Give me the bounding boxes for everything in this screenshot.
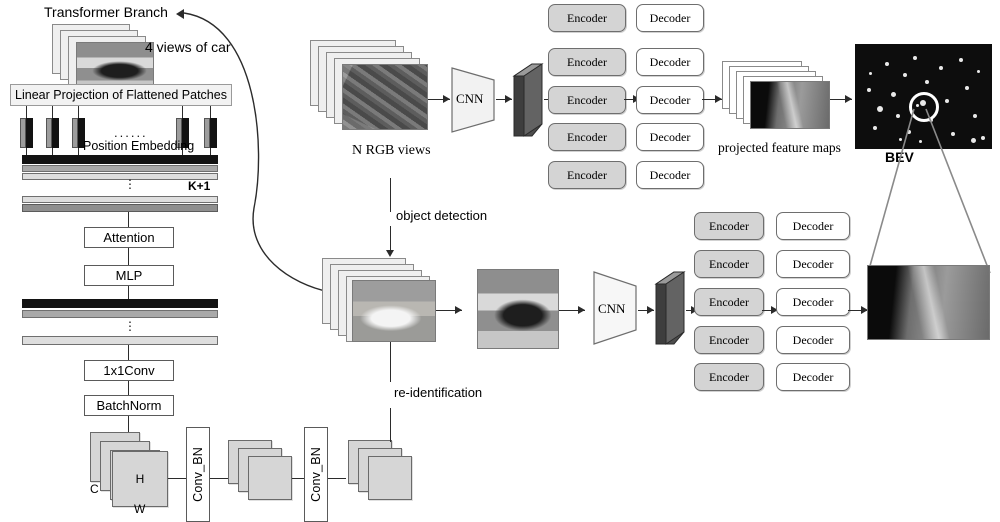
decoder-top-1[interactable]: Decoder <box>636 4 704 32</box>
cnn-label-bottom: CNN <box>598 301 626 316</box>
token-bar-5 <box>22 204 218 212</box>
conv-bn-box-2[interactable]: Conv_BN <box>304 427 328 522</box>
output-bar-3 <box>22 336 218 345</box>
token-bar-ellipsis: ⋮ <box>124 177 136 191</box>
re-identification-label: re-identification <box>394 385 483 400</box>
conv-bn-label-2: Conv_BN <box>309 447 323 502</box>
token-count-label: K+1 <box>188 179 211 193</box>
car-crop-image <box>352 280 436 342</box>
connector-output-to-conv <box>128 345 130 360</box>
token-bar-4 <box>22 196 218 203</box>
output-bar-1 <box>22 299 218 308</box>
feature-width-label: W <box>134 502 146 516</box>
car-views-label: 4 views of car <box>145 39 231 55</box>
decoder-top-5[interactable]: Decoder <box>636 161 704 189</box>
connector-conv-to-bn <box>128 381 130 395</box>
patch-ellipsis: ...... <box>114 125 148 140</box>
position-token-2 <box>46 118 59 148</box>
position-embedding-label: Position Embedding <box>83 139 195 153</box>
connector-attention-to-mlp <box>128 248 130 265</box>
arrowhead-crop-to-query <box>455 306 462 314</box>
conv-bn-box-1[interactable]: Conv_BN <box>186 427 210 522</box>
encoder-bottom-2[interactable]: Encoder <box>694 250 764 278</box>
encoder-top-1[interactable]: Encoder <box>548 4 626 32</box>
feature-cube-bottom <box>654 271 686 345</box>
projected-map-image <box>750 81 830 129</box>
connector-convbn1-to-stack <box>210 478 228 480</box>
position-token-1 <box>20 118 33 148</box>
arrowhead-query-to-cnn <box>578 306 585 314</box>
connector-volume-to-convbn1 <box>168 478 186 480</box>
arrowhead-cnn-to-cube-bottom <box>647 306 654 314</box>
encoder-bottom-5[interactable]: Encoder <box>694 363 764 391</box>
encoder-bottom-3[interactable]: Encoder <box>694 288 764 316</box>
output-bar-ellipsis: ⋮ <box>124 319 136 333</box>
bev-zoom-connector <box>867 108 991 274</box>
decoder-bottom-5[interactable]: Decoder <box>776 363 850 391</box>
encoder-top-5[interactable]: Encoder <box>548 161 626 189</box>
object-detection-label: object detection <box>396 208 488 223</box>
attention-box[interactable]: Attention <box>84 227 174 248</box>
encoder-top-4[interactable]: Encoder <box>548 123 626 151</box>
feature-map-b3 <box>248 456 292 500</box>
feature-height-label: H <box>135 472 145 486</box>
token-bar-1 <box>22 155 218 164</box>
arrowhead-cnn-to-cube-top <box>505 95 512 103</box>
cnn-label-top: CNN <box>456 91 484 106</box>
encoder-bottom-1[interactable]: Encoder <box>694 212 764 240</box>
linear-projection-box[interactable]: Linear Projection of Flattened Patches <box>10 84 232 106</box>
position-token-5 <box>204 118 217 148</box>
decoder-top-3[interactable]: Decoder <box>636 86 704 114</box>
mlp-box[interactable]: MLP <box>84 265 174 286</box>
feature-map-c3 <box>368 456 412 500</box>
feature-cube-top <box>512 63 544 137</box>
objdet-arrow-line-lower <box>390 226 392 252</box>
objdet-arrow-line-upper <box>390 178 392 212</box>
projected-feature-maps-label: projected feature maps <box>718 140 841 155</box>
reid-arrow-line <box>390 408 392 442</box>
objdet-arrowhead <box>386 250 394 257</box>
encoder-top-2[interactable]: Encoder <box>548 48 626 76</box>
transformer-branch-title: Transformer Branch <box>44 4 168 20</box>
arrowhead-rgb-to-cnn <box>443 95 450 103</box>
decoder-top-2[interactable]: Decoder <box>636 48 704 76</box>
rgb-views-label: N RGB views <box>352 143 431 158</box>
connector-convbn2-to-stack2 <box>328 478 346 480</box>
conv-bn-label-1: Conv_BN <box>191 447 205 502</box>
connector-tokens-to-attention <box>128 212 130 227</box>
batchnorm-box[interactable]: BatchNorm <box>84 395 174 416</box>
encoder-bottom-4[interactable]: Encoder <box>694 326 764 354</box>
connector-mlp-to-output <box>128 286 130 300</box>
feature-map-a-front: H <box>112 451 168 507</box>
decoder-bottom-2[interactable]: Decoder <box>776 250 850 278</box>
arrowhead-decoder-to-featmaps <box>715 95 722 103</box>
rgb-view-image <box>342 64 428 130</box>
arrowhead-featmaps-to-bev <box>845 95 852 103</box>
conv1x1-box[interactable]: 1x1Conv <box>84 360 174 381</box>
token-bar-2 <box>22 165 218 172</box>
figure-canvas: Transformer Branch 4 views of car Linear… <box>0 0 1000 522</box>
decoder-top-4[interactable]: Decoder <box>636 123 704 151</box>
output-bar-2 <box>22 310 218 318</box>
encoder-top-3[interactable]: Encoder <box>548 86 626 114</box>
feature-channel-label: C <box>90 482 99 496</box>
bev-zoom-feature-map <box>867 265 990 340</box>
decoder-bottom-3[interactable]: Decoder <box>776 288 850 316</box>
decoder-bottom-4[interactable]: Decoder <box>776 326 850 354</box>
decoder-bottom-1[interactable]: Decoder <box>776 212 850 240</box>
query-car-image <box>477 269 559 349</box>
reid-arrow-line-upper <box>390 340 392 382</box>
